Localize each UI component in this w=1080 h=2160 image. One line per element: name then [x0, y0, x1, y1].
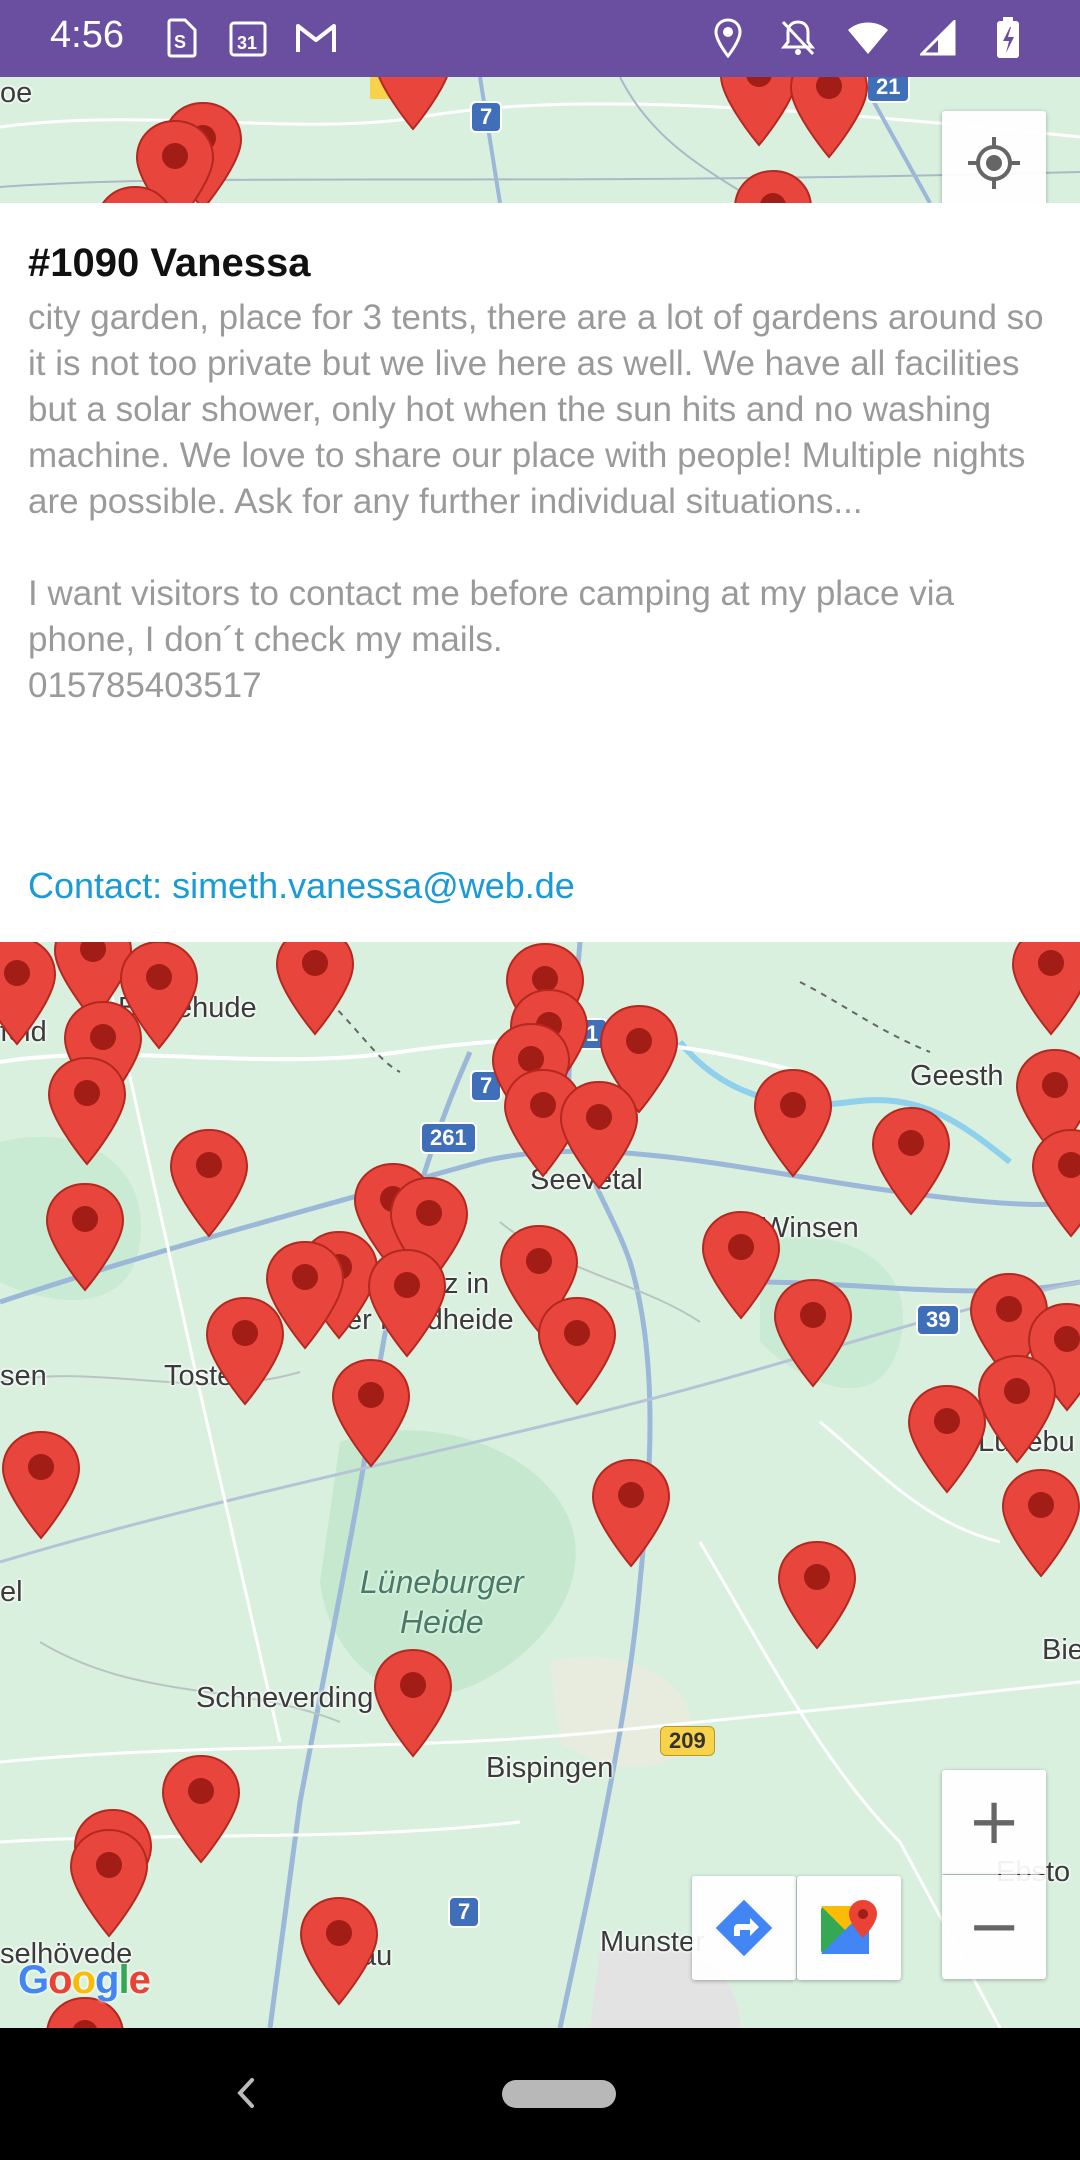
- map-marker[interactable]: [752, 1068, 834, 1178]
- system-navigation-bar: [0, 2028, 1080, 2160]
- map-marker[interactable]: [44, 1182, 126, 1292]
- map-marker[interactable]: [94, 185, 176, 203]
- google-logo: Google: [18, 1958, 151, 2002]
- do-not-disturb-icon: [776, 16, 820, 60]
- svg-text:S: S: [174, 32, 186, 52]
- map-marker[interactable]: [46, 1056, 128, 1166]
- battery-charging-icon: [986, 16, 1030, 60]
- map-marker[interactable]: [870, 1106, 952, 1216]
- city-label: Schneverding: [196, 1682, 374, 1714]
- map-marker[interactable]: [558, 1080, 640, 1190]
- sim-icon: S: [158, 16, 202, 60]
- directions-icon: [715, 1899, 773, 1957]
- svg-text:31: 31: [237, 33, 257, 53]
- city-label: Bispingen: [486, 1752, 614, 1784]
- zoom-out-button[interactable]: −: [942, 1875, 1046, 1979]
- road-badge: 7: [470, 101, 503, 133]
- back-icon[interactable]: [222, 2068, 272, 2118]
- status-time: 4:56: [50, 14, 124, 56]
- map-marker[interactable]: [906, 1384, 988, 1494]
- map-marker[interactable]: [976, 1354, 1058, 1464]
- map-marker[interactable]: [590, 1458, 672, 1568]
- my-location-button[interactable]: [942, 111, 1046, 215]
- wifi-icon: [846, 16, 890, 60]
- gmail-icon: [294, 16, 338, 60]
- place-info-panel: #1090 Vanessa city garden, place for 3 t…: [0, 203, 1080, 942]
- google-maps-icon: [821, 1900, 877, 1954]
- map-marker[interactable]: [1010, 942, 1080, 1036]
- map-marker[interactable]: [366, 1248, 448, 1358]
- zoom-in-button[interactable]: +: [942, 1770, 1046, 1874]
- map-marker[interactable]: [168, 1128, 250, 1238]
- road-badge: 7: [448, 1896, 481, 1928]
- city-label: Munster: [600, 1926, 705, 1958]
- road-badge: 261: [420, 1122, 477, 1154]
- place-title: #1090 Vanessa: [28, 241, 311, 285]
- map-marker[interactable]: [0, 1430, 82, 1540]
- directions-button[interactable]: [692, 1876, 796, 1980]
- my-location-icon: [968, 137, 1020, 189]
- map-marker[interactable]: [372, 1648, 454, 1758]
- map-marker[interactable]: [204, 1296, 286, 1406]
- map-marker[interactable]: [160, 1754, 242, 1864]
- map-marker[interactable]: [68, 1828, 150, 1938]
- contact-link[interactable]: Contact: simeth.vanessa@web.de: [28, 865, 575, 907]
- map-marker[interactable]: [788, 77, 870, 159]
- city-label: Geesth: [910, 1060, 1004, 1092]
- road-badge: 39: [916, 1304, 961, 1336]
- map-view[interactable]: feld Buxtehude Geesth Seevetal Winsen z …: [0, 942, 1080, 2028]
- map-marker[interactable]: [1030, 1128, 1080, 1238]
- map-marker[interactable]: [330, 1358, 412, 1468]
- map-marker[interactable]: [1000, 1468, 1080, 1578]
- open-in-google-maps-button[interactable]: [797, 1876, 901, 1980]
- region-label: Lüneburger Heide: [360, 1564, 524, 1640]
- map-top-strip[interactable]: oe 7 21: [0, 77, 1080, 203]
- map-marker[interactable]: [732, 169, 814, 203]
- map-marker[interactable]: [274, 942, 356, 1036]
- map-label: oe: [0, 77, 33, 109]
- road-badge: 209: [660, 1726, 715, 1756]
- map-marker[interactable]: [776, 1540, 858, 1650]
- map-marker[interactable]: [298, 1896, 380, 2006]
- signal-icon: [916, 16, 960, 60]
- city-label: Bie: [1042, 1634, 1080, 1666]
- city-label: el: [0, 1576, 23, 1608]
- map-marker[interactable]: [536, 1296, 618, 1406]
- map-marker[interactable]: [772, 1278, 854, 1388]
- home-pill[interactable]: [502, 2080, 616, 2108]
- map-marker[interactable]: [372, 77, 454, 131]
- city-label: sen: [0, 1360, 47, 1392]
- location-icon: [706, 16, 750, 60]
- place-description: city garden, place for 3 tents, there ar…: [28, 298, 1044, 705]
- road-badge: 21: [866, 77, 911, 103]
- status-bar: 4:56 S 31: [0, 0, 1080, 77]
- map-marker[interactable]: [700, 1210, 782, 1320]
- map-marker[interactable]: [0, 942, 58, 1046]
- calendar-icon: 31: [226, 16, 270, 60]
